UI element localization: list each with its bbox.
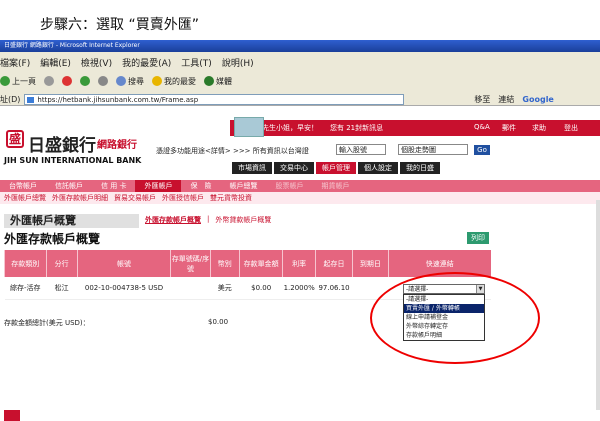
address-input[interactable]: https://hetbank.jihsunbank.com.tw/Frame.… xyxy=(24,93,405,105)
top-nav-tabs: 市場資訊 交易中心 帳戶管理 個人設定 我的日盛 xyxy=(232,162,440,174)
col-start: 起存日 xyxy=(314,250,353,277)
subnav-trade[interactable]: 貿易交易帳戶 xyxy=(114,192,156,204)
greeting: 先生小姐，早安！ xyxy=(262,124,318,132)
main-nav: 台幣帳戶 信託帳戶 信 用 卡 外匯帳戶 保 險 帳戶總覽 股票帳戶 期貨帳戶 xyxy=(0,180,600,192)
nav-twd[interactable]: 台幣帳戶 xyxy=(0,180,46,192)
menu-view[interactable]: 檢視(V) xyxy=(81,56,112,70)
cell-type: 綜存-活存 xyxy=(4,277,47,300)
links-label[interactable]: 連結 xyxy=(498,94,514,105)
bank-english-name: JIH SUN INTERNATIONAL BANK xyxy=(4,156,142,165)
total-label: 存款金額總計(美元 USD)： xyxy=(4,319,90,327)
cell-account[interactable]: 002-10-004738-5 USD xyxy=(77,277,171,300)
go-button[interactable]: 移至 xyxy=(474,94,490,105)
nav-insurance[interactable]: 保 險 xyxy=(181,180,220,192)
col-currency: 幣別 xyxy=(209,250,240,277)
menu-bar: 檔案(F) 編輯(E) 檢視(V) 我的最愛(A) 工具(T) 說明(H) xyxy=(0,56,254,70)
logout-link[interactable]: 登出 xyxy=(564,123,578,133)
cell-currency: 美元 xyxy=(210,277,240,300)
star-icon xyxy=(152,76,162,86)
subnav-forex-overview[interactable]: 外匯帳戶總覽 xyxy=(4,192,46,204)
nav-forex[interactable]: 外匯帳戶 xyxy=(135,180,182,192)
google-toolbar[interactable]: Google xyxy=(522,95,553,104)
home-icon[interactable] xyxy=(98,76,108,86)
highlight-ellipse xyxy=(370,272,540,364)
col-account: 帳號 xyxy=(76,250,171,277)
window-title: 日盛銀行 網路銀行 - Microsoft Internet Explorer xyxy=(4,42,140,49)
section-tab: 外匯帳戶概覽 xyxy=(4,214,139,228)
back-button[interactable]: 上一頁 xyxy=(0,76,36,87)
stock-select[interactable]: 個股走勢圖 xyxy=(398,144,468,155)
toolbar: 上一頁 搜尋 我的最愛 媒體 xyxy=(0,74,232,88)
address-label: 址(D) xyxy=(0,94,21,104)
favorites-button[interactable]: 我的最愛 xyxy=(152,76,196,87)
col-amount: 存款單金額 xyxy=(238,250,283,277)
subnav-credit[interactable]: 外匯授信帳戶 xyxy=(162,192,204,204)
link-deposit-overview[interactable]: 外匯存款帳戶概覽 xyxy=(145,215,201,225)
link-separator: | xyxy=(207,215,210,223)
stock-input[interactable]: 輸入股號 xyxy=(336,144,386,155)
footer-logo xyxy=(4,410,20,421)
cell-branch: 松江 xyxy=(46,277,78,300)
bank-subtitle: 網路銀行 xyxy=(97,140,137,151)
menu-help[interactable]: 說明(H) xyxy=(222,56,254,70)
nav-overview[interactable]: 帳戶總覽 xyxy=(220,180,266,192)
menu-tools[interactable]: 工具(T) xyxy=(181,56,212,70)
search-button[interactable]: 搜尋 xyxy=(116,76,144,87)
back-icon xyxy=(0,76,10,86)
tab-trading[interactable]: 交易中心 xyxy=(274,162,314,174)
tab-market[interactable]: 市場資訊 xyxy=(232,162,272,174)
section-links: 外匯存款帳戶概覽 | 外幣貸款帳戶概覽 xyxy=(145,215,271,225)
media-button[interactable]: 媒體 xyxy=(204,76,232,87)
bank-logo-icon: 盛 xyxy=(6,130,24,148)
total-value: $0.00 xyxy=(208,318,229,326)
menu-favorites[interactable]: 我的最愛(A) xyxy=(122,56,171,70)
bank-name: 日盛銀行 xyxy=(28,136,96,156)
subnav-forex-detail[interactable]: 外匯存款帳戶明細 xyxy=(52,192,108,204)
subnav-dual-currency[interactable]: 雙元貨幣投資 xyxy=(210,192,252,204)
print-button[interactable]: 列印 xyxy=(467,232,489,244)
help-link[interactable]: 求助 xyxy=(532,123,546,133)
col-rate: 利率 xyxy=(282,250,316,277)
window-titlebar: 日盛銀行 網路銀行 - Microsoft Internet Explorer xyxy=(0,40,600,52)
caption: 步驟六：選取 “買賣外匯” xyxy=(40,17,199,33)
col-cert: 存單號碼/序號 xyxy=(170,250,211,277)
stop-icon[interactable] xyxy=(62,76,72,86)
cell-amount: $0.00 xyxy=(239,277,283,300)
messages-link[interactable]: 您有 21封新訊息 xyxy=(330,123,383,133)
sub-nav: 外匯帳戶總覽 外匯存款帳戶明細 貿易交易帳戶 外匯授信帳戶 雙元貨幣投資 xyxy=(0,192,600,204)
menu-edit[interactable]: 編輯(E) xyxy=(40,56,71,70)
search-icon xyxy=(116,76,126,86)
link-loan-overview[interactable]: 外幣貸款帳戶概覽 xyxy=(215,215,271,225)
cell-rate: 1.2000% xyxy=(282,277,316,300)
nav-stock[interactable]: 股票帳戶 xyxy=(266,180,312,192)
blank-image xyxy=(234,117,264,137)
address-bar: 址(D) https://hetbank.jihsunbank.com.tw/F… xyxy=(0,92,600,106)
page-edge-shadow xyxy=(596,200,600,410)
go-stock-button[interactable]: Go xyxy=(474,145,490,155)
forward-icon[interactable] xyxy=(44,76,54,86)
nav-credit[interactable]: 信 用 卡 xyxy=(92,180,135,192)
nav-futures[interactable]: 期貨帳戶 xyxy=(312,180,358,192)
qa-link[interactable]: Q&A xyxy=(474,123,490,131)
cell-cert xyxy=(170,277,211,300)
cell-start: 97.06.10 xyxy=(315,277,353,300)
nav-trust[interactable]: 信託帳戶 xyxy=(46,180,92,192)
page-title: 外匯存款帳戶概覽 xyxy=(4,232,101,246)
media-icon xyxy=(204,76,214,86)
col-end: 到期日 xyxy=(352,250,389,277)
mailbox-link[interactable]: 郵件 xyxy=(502,123,516,133)
menu-file[interactable]: 檔案(F) xyxy=(0,56,30,70)
tagline: 憑證多功能用途<詳情> >>> 所有資訊以台灣證 xyxy=(156,147,309,155)
col-branch: 分行 xyxy=(45,250,78,277)
tab-account[interactable]: 帳戶管理 xyxy=(316,162,356,174)
tab-my-jihsun[interactable]: 我的日盛 xyxy=(400,162,440,174)
refresh-icon[interactable] xyxy=(80,76,90,86)
top-strip: 先生小姐，早安！ 您有 21封新訊息 Q&A 郵件 求助 登出 xyxy=(230,120,600,136)
col-type: 存款類別 xyxy=(4,250,47,277)
tab-settings[interactable]: 個人設定 xyxy=(358,162,398,174)
